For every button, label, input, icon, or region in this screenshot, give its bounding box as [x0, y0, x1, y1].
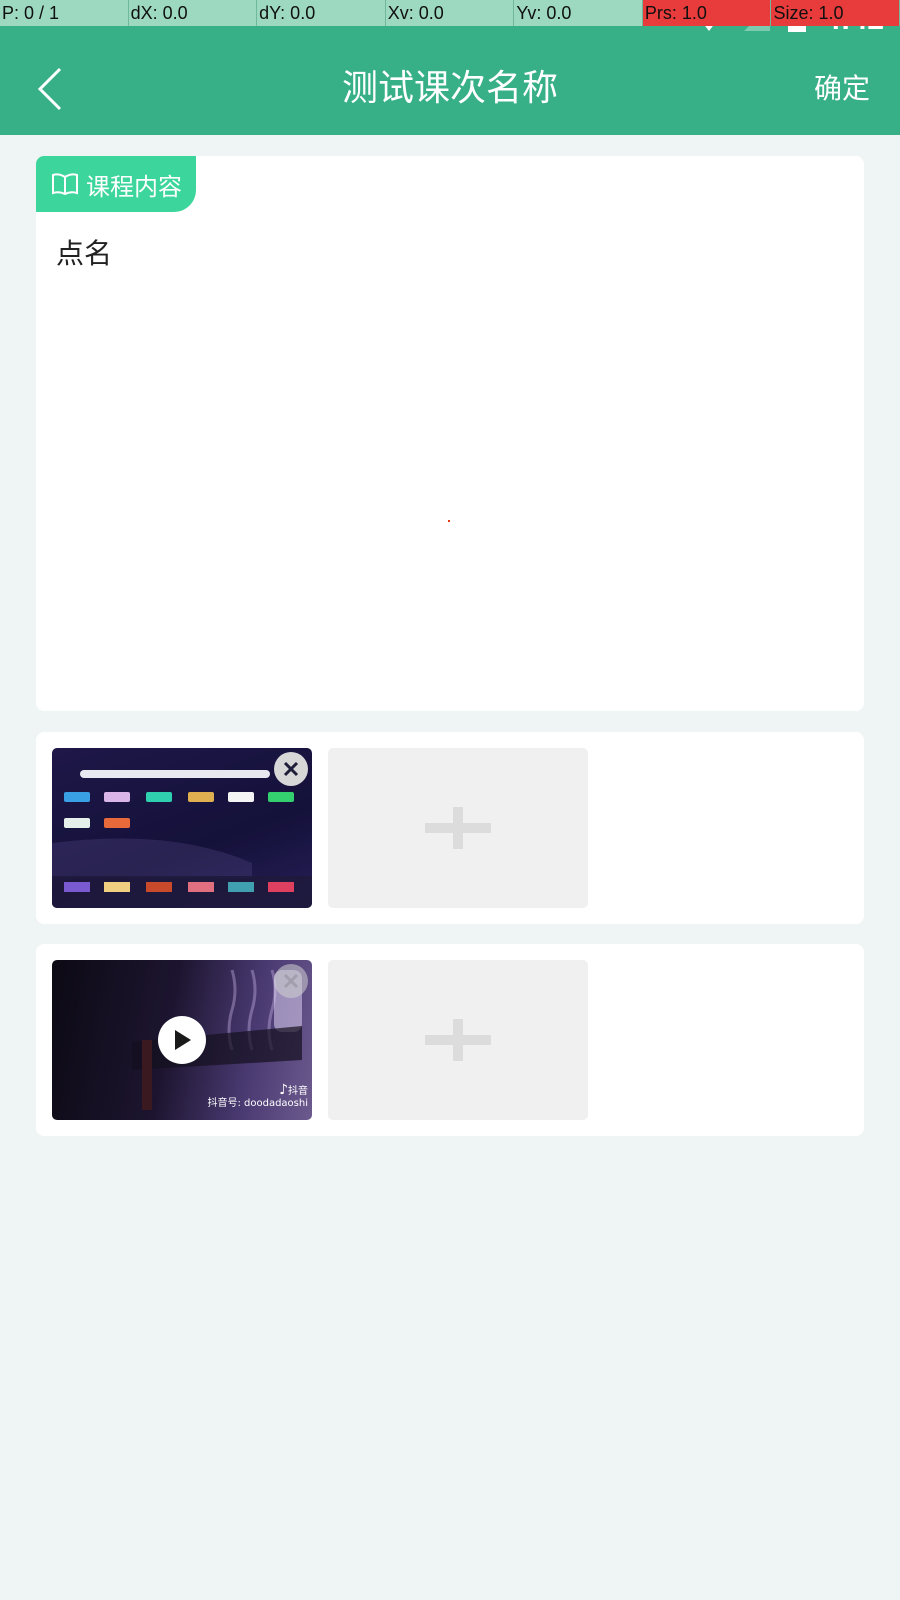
pointer-debug-overlay: P: 0 / 1 dX: 0.0 dY: 0.0 Xv: 0.0 Yv: 0.0…: [0, 0, 900, 26]
plus-icon: [425, 807, 491, 849]
nav-bar: 测试课次名称 确定: [0, 44, 900, 134]
debug-dx: dX: 0.0: [128, 0, 258, 26]
touch-indicator: [448, 520, 450, 522]
watermark-brand: 抖音: [288, 1086, 308, 1097]
play-icon: [175, 1030, 191, 1050]
debug-size: Size: 1.0: [771, 0, 900, 26]
remove-video-button[interactable]: [274, 964, 308, 998]
screenshot-preview: [52, 770, 312, 908]
add-video-button[interactable]: [328, 960, 588, 1120]
video-thumbnail[interactable]: ♪抖音 抖音号: doodadaoshi: [52, 960, 312, 1120]
close-icon: [283, 761, 299, 777]
remove-image-button[interactable]: [274, 752, 308, 786]
course-content-card: 课程内容 点名: [36, 156, 864, 711]
image-attachments-card: [36, 732, 864, 924]
course-content-tag: 课程内容: [36, 156, 196, 212]
course-content-text[interactable]: 点名: [56, 232, 112, 272]
close-icon: [283, 973, 299, 989]
debug-pointer: P: 0 / 1: [0, 0, 129, 26]
book-icon: [52, 173, 78, 195]
debug-xv: Xv: 0.0: [385, 0, 515, 26]
video-attachments-card: ♪抖音 抖音号: doodadaoshi: [36, 944, 864, 1136]
play-button[interactable]: [158, 1016, 206, 1064]
image-thumbnail[interactable]: [52, 748, 312, 908]
add-image-button[interactable]: [328, 748, 588, 908]
confirm-button[interactable]: 确定: [814, 44, 870, 134]
video-watermark: ♪抖音 抖音号: doodadaoshi: [207, 1082, 308, 1110]
plus-icon: [425, 1019, 491, 1061]
debug-pressure: Prs: 1.0: [642, 0, 772, 26]
tiktok-icon: ♪抖音: [279, 1082, 308, 1098]
course-content-label: 课程内容: [86, 172, 182, 201]
debug-yv: Yv: 0.0: [514, 0, 643, 26]
page-title: 测试课次名称: [341, 68, 558, 109]
watermark-id: 抖音号: doodadaoshi: [207, 1098, 308, 1109]
debug-dy: dY: 0.0: [257, 0, 386, 26]
